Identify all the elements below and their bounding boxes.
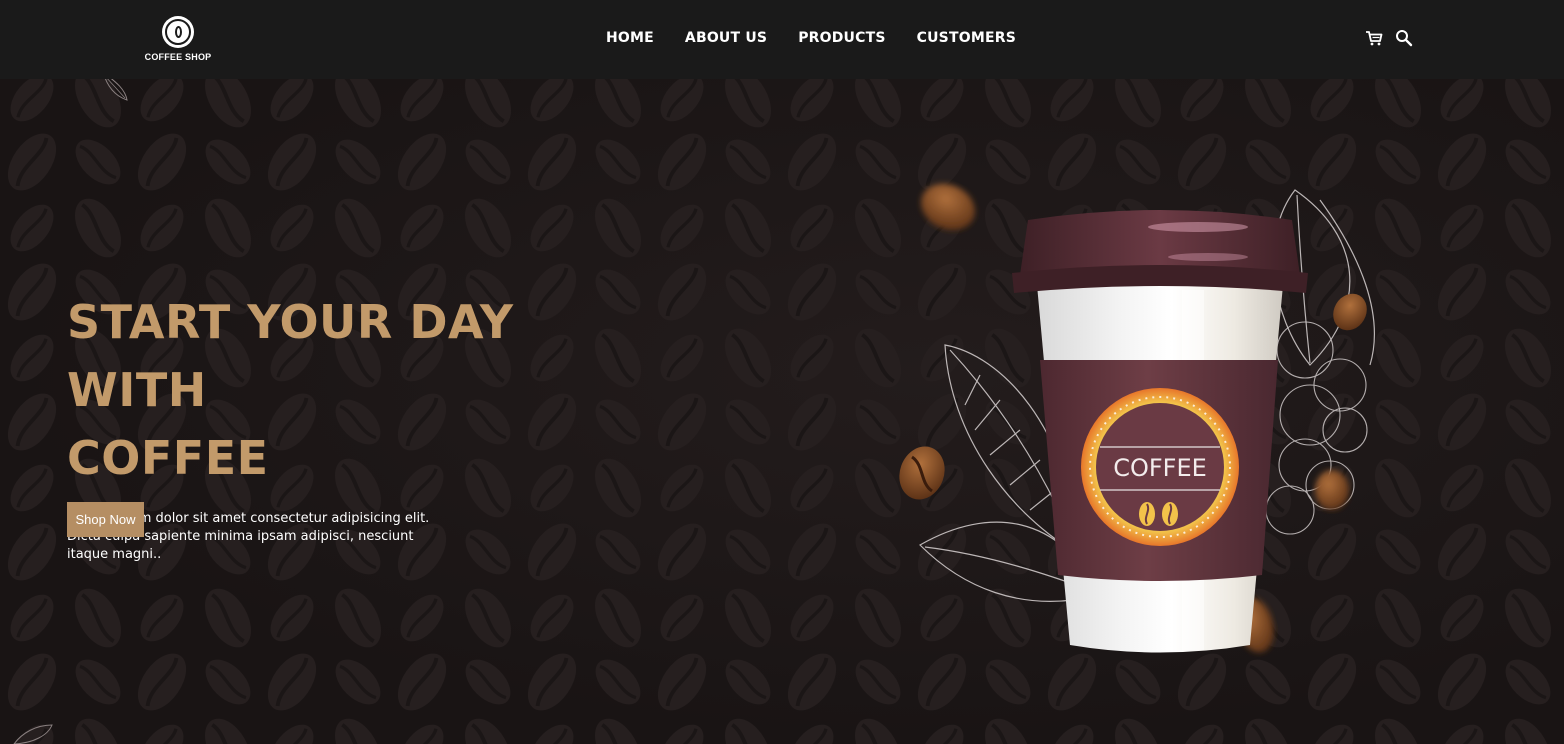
- hero-section: START YOUR DAY WITH COFFEE Lorem ipsum d…: [67, 288, 667, 564]
- cart-icon[interactable]: [1365, 29, 1383, 47]
- hero-title-line-1: START YOUR DAY WITH: [67, 295, 514, 417]
- hero-title: START YOUR DAY WITH COFFEE: [67, 288, 667, 492]
- coffee-bean-logo-icon: [162, 16, 194, 48]
- nav-actions: [1365, 29, 1413, 47]
- search-icon[interactable]: [1395, 29, 1413, 47]
- nav-link-about-us[interactable]: ABOUT US: [685, 30, 767, 46]
- coffee-cup-illustration: COFFEE: [899, 183, 1375, 653]
- main-nav: HOME ABOUT US PRODUCTS CUSTOMERS: [606, 30, 1016, 46]
- nav-link-products[interactable]: PRODUCTS: [798, 30, 885, 46]
- shop-now-button[interactable]: Shop Now: [67, 502, 144, 537]
- hero-title-line-2: COFFEE: [67, 431, 269, 485]
- top-navbar: COFFEE SHOP HOME ABOUT US PRODUCTS CUSTO…: [0, 0, 1564, 79]
- leaf-outline-decoration: [13, 724, 53, 744]
- brand-name: COFFEE SHOP: [144, 52, 212, 62]
- cup-label: COFFEE: [1113, 454, 1207, 482]
- nav-link-customers[interactable]: CUSTOMERS: [917, 30, 1016, 46]
- brand-logo[interactable]: COFFEE SHOP: [140, 16, 216, 66]
- nav-link-home[interactable]: HOME: [606, 30, 654, 46]
